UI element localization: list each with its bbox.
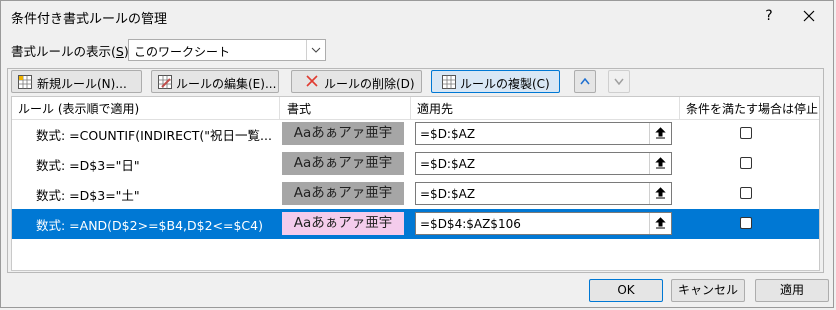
format-preview: Aaあぁアァ亜宇 [282, 182, 404, 205]
delete-rule-button[interactable]: ルールの削除(D) [291, 70, 422, 93]
rule-row[interactable]: 数式: =D$3="土" Aaあぁアァ亜宇 =$D:$AZ [12, 179, 819, 209]
applies-to-value: =$D:$AZ [420, 187, 476, 201]
rules-list-header: ルール (表示順で適用) 書式 適用先 条件を満たす場合は停止 [12, 97, 819, 120]
close-icon [803, 10, 815, 22]
rule-description: 数式: =COUNTIF(INDIRECT("祝日一覧... [36, 128, 272, 143]
rule-row-selected[interactable]: 数式: =AND(D$2>=$B4,D$2<=$C4) Aaあぁアァ亜宇 =$D… [12, 209, 819, 239]
chevron-down-icon [311, 47, 321, 53]
stop-if-true-checkbox[interactable] [740, 187, 752, 199]
delete-x-icon [306, 75, 318, 87]
show-rules-select[interactable]: このワークシート [128, 39, 326, 61]
column-header-applies-to: 適用先 [417, 102, 454, 116]
chevron-up-icon [580, 78, 590, 85]
range-select-button[interactable] [649, 123, 671, 144]
column-divider [279, 97, 280, 119]
show-rules-value: このワークシート [134, 45, 231, 59]
applies-to-field[interactable]: =$D:$AZ [415, 182, 672, 205]
apply-button[interactable]: 適用 [755, 279, 829, 302]
close-button[interactable] [797, 5, 821, 27]
new-rule-icon [18, 75, 32, 89]
new-rule-button[interactable]: 新規ルール(N)... [11, 70, 142, 93]
rules-list: ルール (表示順で適用) 書式 適用先 条件を満たす場合は停止 数式: =COU… [11, 96, 820, 271]
collapse-dialog-icon [655, 127, 666, 139]
collapse-dialog-icon [655, 157, 666, 169]
range-select-button[interactable] [649, 153, 671, 174]
duplicate-rule-label: ルールの複製(C) [460, 77, 550, 91]
rule-description: 数式: =AND(D$2>=$B4,D$2<=$C4) [36, 218, 263, 233]
format-preview: Aaあぁアァ亜宇 [282, 152, 404, 175]
column-header-stop-if-true: 条件を満たす場合は停止 [686, 102, 819, 116]
edit-rule-icon [158, 75, 172, 89]
applies-to-field[interactable]: =$D:$AZ [415, 122, 672, 145]
rules-panel: 新規ルール(N)... ルールの編集(E)... ルールの削除(D) ルールの複… [7, 68, 824, 273]
conditional-format-manager-dialog: 条件付き書式ルールの管理 ? 書式ルールの表示(S): このワークシート 新規ル… [0, 0, 834, 308]
dropdown-arrow[interactable] [306, 40, 325, 60]
rule-row[interactable]: 数式: =COUNTIF(INDIRECT("祝日一覧... Aaあぁアァ亜宇 … [12, 119, 819, 149]
stop-if-true-checkbox[interactable] [740, 127, 752, 139]
format-preview: Aaあぁアァ亜宇 [282, 212, 404, 235]
move-up-button[interactable] [574, 70, 596, 93]
show-rules-label: 書式ルールの表示(S): [11, 44, 133, 59]
rule-description: 数式: =D$3="土" [36, 188, 140, 203]
delete-rule-label: ルールの削除(D) [324, 77, 415, 91]
edit-rule-button[interactable]: ルールの編集(E)... [151, 70, 279, 93]
range-select-button[interactable] [649, 183, 671, 204]
column-header-rule: ルール (表示順で適用) [18, 102, 140, 116]
rule-description: 数式: =D$3="日" [36, 158, 140, 173]
dialog-title: 条件付き書式ルールの管理 [11, 12, 168, 27]
range-select-button[interactable] [649, 213, 671, 234]
collapse-dialog-icon [655, 187, 666, 199]
column-divider [679, 97, 680, 119]
edit-rule-label: ルールの編集(E)... [176, 77, 277, 91]
duplicate-rule-button[interactable]: ルールの複製(C) [431, 70, 560, 93]
chevron-down-icon [614, 78, 624, 85]
rule-row[interactable]: 数式: =D$3="日" Aaあぁアァ亜宇 =$D:$AZ [12, 149, 819, 179]
stop-if-true-checkbox[interactable] [740, 157, 752, 169]
stop-if-true-checkbox[interactable] [740, 217, 752, 229]
duplicate-rule-icon [442, 75, 456, 89]
applies-to-value: =$D:$AZ [420, 127, 476, 141]
format-preview: Aaあぁアァ亜宇 [282, 122, 404, 145]
applies-to-value: =$D$4:$AZ$106 [420, 217, 521, 231]
applies-to-value: =$D:$AZ [420, 157, 476, 171]
ok-button[interactable]: OK [589, 279, 663, 302]
new-rule-label: 新規ルール(N)... [37, 77, 127, 91]
applies-to-field[interactable]: =$D:$AZ [415, 152, 672, 175]
applies-to-field[interactable]: =$D$4:$AZ$106 [415, 212, 672, 235]
help-button[interactable]: ? [757, 5, 781, 27]
title-bar: 条件付き書式ルールの管理 ? [1, 1, 833, 31]
column-header-format: 書式 [287, 102, 312, 116]
cancel-button[interactable]: キャンセル [671, 279, 745, 302]
column-divider [410, 97, 411, 119]
move-down-button[interactable] [608, 70, 630, 93]
collapse-dialog-icon [655, 217, 666, 229]
